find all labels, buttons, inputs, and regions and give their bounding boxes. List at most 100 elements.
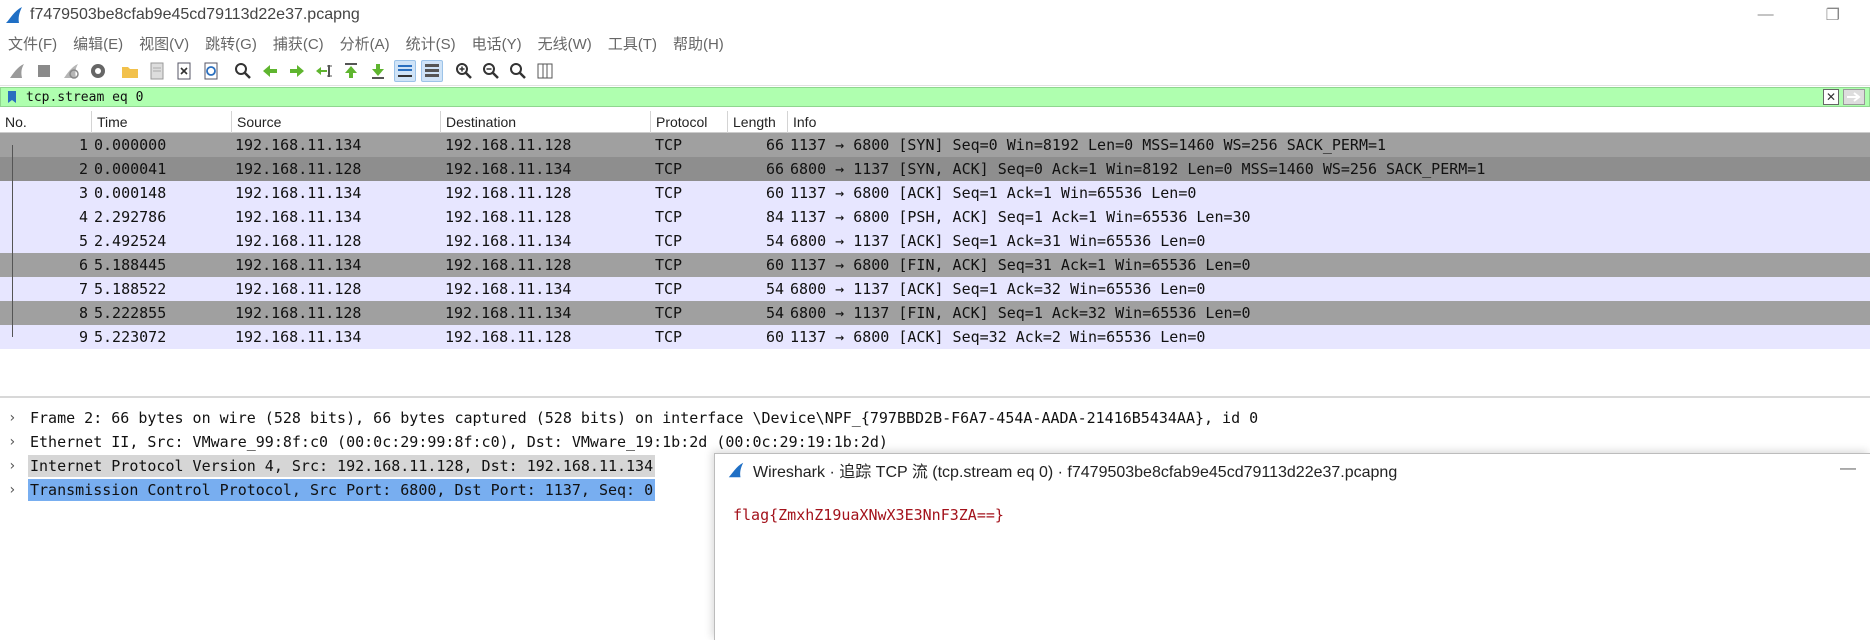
stop-capture-icon[interactable]	[33, 60, 55, 82]
packet-row[interactable]: 3 0.000148 192.168.11.134 192.168.11.128 TCP…	[0, 181, 1870, 205]
clear-filter-icon[interactable]: ✕	[1823, 89, 1839, 105]
packet-info: 6800 → 1137 [ACK] Seq=1 Ack=32 Win=65536…	[790, 280, 1206, 298]
packet-source: 192.168.11.128	[235, 232, 362, 250]
packet-row[interactable]: 1 0.000000 192.168.11.134 192.168.11.128 TCP…	[0, 133, 1870, 157]
save-file-icon[interactable]	[146, 60, 168, 82]
packet-row[interactable]: 7 5.188522 192.168.11.128 192.168.11.134 TCP…	[0, 277, 1870, 301]
packet-number: 8	[78, 304, 88, 322]
filter-bookmark-icon[interactable]	[4, 88, 20, 106]
expand-chevron-icon[interactable]: ›	[0, 410, 28, 426]
close-file-icon[interactable]	[173, 60, 195, 82]
reload-file-icon[interactable]	[200, 60, 222, 82]
packet-protocol: TCP	[655, 136, 683, 154]
dialog-minimize-icon[interactable]: —	[1840, 460, 1856, 478]
menu-go[interactable]: 跳转(G)	[205, 33, 257, 54]
packet-row[interactable]: 2 0.000041 192.168.11.128 192.168.11.134 TCP…	[0, 157, 1870, 181]
detail-row-ethernet[interactable]: › Ethernet II, Src: VMware_99:8f:c0 (00:…	[0, 430, 1870, 454]
apply-filter-arrow-icon[interactable]	[1843, 89, 1865, 105]
packet-info: 1137 → 6800 [PSH, ACK] Seq=1 Ack=1 Win=6…	[790, 208, 1251, 226]
column-header-no[interactable]: No.	[0, 110, 92, 133]
go-forward-arrow-icon[interactable]	[286, 60, 308, 82]
open-file-folder-icon[interactable]	[119, 60, 141, 82]
packet-info: 1137 → 6800 [FIN, ACK] Seq=31 Ack=1 Win=…	[790, 256, 1251, 274]
resize-columns-icon[interactable]	[534, 60, 556, 82]
packet-protocol: TCP	[655, 280, 683, 298]
conversation-tree-line	[12, 157, 13, 181]
capture-options-gear-icon[interactable]	[87, 60, 109, 82]
packet-list: No. Time Source Destination Protocol Len…	[0, 110, 1870, 398]
detail-text: Frame 2: 66 bytes on wire (528 bits), 66…	[30, 409, 1259, 427]
colorize-packet-list-icon[interactable]	[421, 59, 443, 82]
auto-scroll-icon[interactable]	[394, 59, 416, 82]
normal-size-icon[interactable]	[507, 60, 529, 82]
column-header-source[interactable]: Source	[232, 110, 441, 133]
packet-list-header: No. Time Source Destination Protocol Len…	[0, 110, 1870, 133]
menu-file[interactable]: 文件(F)	[8, 33, 57, 54]
start-capture-icon[interactable]	[6, 60, 28, 82]
packet-row[interactable]: 4 2.292786 192.168.11.134 192.168.11.128 TCP…	[0, 205, 1870, 229]
stream-content-text[interactable]: flag{ZmxhZ19uaXNwX3E3NnF3ZA==}	[733, 506, 1004, 524]
go-to-first-packet-icon[interactable]	[340, 60, 362, 82]
packet-length: 60	[765, 328, 784, 346]
packet-source: 192.168.11.134	[235, 184, 362, 202]
packet-time: 0.000148	[94, 184, 167, 202]
packet-row[interactable]: 9 5.223072 192.168.11.134 192.168.11.128 TCP…	[0, 325, 1870, 349]
go-to-last-packet-icon[interactable]	[367, 60, 389, 82]
menu-capture[interactable]: 捕获(C)	[273, 33, 324, 54]
packet-row[interactable]: 5 2.492524 192.168.11.128 192.168.11.134 TCP…	[0, 229, 1870, 253]
packet-source: 192.168.11.128	[235, 160, 362, 178]
detail-row-frame[interactable]: › Frame 2: 66 bytes on wire (528 bits), …	[0, 406, 1870, 430]
packet-time: 5.188522	[94, 280, 167, 298]
conversation-tree-line	[12, 181, 13, 205]
menu-statistics[interactable]: 统计(S)	[406, 33, 456, 54]
expand-chevron-icon[interactable]: ›	[0, 434, 28, 450]
packet-row[interactable]: 8 5.222855 192.168.11.128 192.168.11.134 TCP…	[0, 301, 1870, 325]
expand-chevron-icon[interactable]: ›	[0, 482, 28, 498]
packet-length: 66	[765, 136, 784, 154]
packet-source: 192.168.11.134	[235, 256, 362, 274]
menu-telephony[interactable]: 电话(Y)	[472, 33, 522, 54]
menu-edit[interactable]: 编辑(E)	[73, 33, 123, 54]
menu-analyze[interactable]: 分析(A)	[340, 33, 390, 54]
packet-time: 2.292786	[94, 208, 167, 226]
packet-destination: 192.168.11.134	[445, 232, 572, 250]
packet-protocol: TCP	[655, 208, 683, 226]
find-packet-icon[interactable]	[232, 60, 254, 82]
packet-time: 5.222855	[94, 304, 167, 322]
conversation-tree-line	[12, 205, 13, 229]
packet-info: 1137 → 6800 [SYN] Seq=0 Win=8192 Len=0 M…	[790, 136, 1387, 154]
packet-row[interactable]: 6 5.188445 192.168.11.134 192.168.11.128 TCP…	[0, 253, 1870, 277]
packet-protocol: TCP	[655, 184, 683, 202]
go-to-packet-icon[interactable]	[313, 60, 335, 82]
packet-number: 4	[78, 208, 88, 226]
packet-source: 192.168.11.134	[235, 208, 362, 226]
packet-time: 5.223072	[94, 328, 167, 346]
column-header-destination[interactable]: Destination	[441, 110, 651, 133]
restart-capture-icon[interactable]	[60, 60, 82, 82]
expand-chevron-icon[interactable]: ›	[0, 458, 28, 474]
go-back-arrow-icon[interactable]	[259, 60, 281, 82]
menu-view[interactable]: 视图(V)	[139, 33, 189, 54]
minimize-icon[interactable]: —	[1758, 6, 1774, 24]
packet-destination: 192.168.11.128	[445, 208, 572, 226]
packet-source: 192.168.11.128	[235, 280, 362, 298]
packet-source: 192.168.11.134	[235, 328, 362, 346]
display-filter-input[interactable]	[20, 88, 1823, 106]
column-header-length[interactable]: Length	[728, 110, 788, 133]
column-header-info[interactable]: Info	[788, 111, 1870, 133]
packet-destination: 192.168.11.128	[445, 136, 572, 154]
zoom-in-icon[interactable]	[453, 60, 475, 82]
packet-destination: 192.168.11.128	[445, 256, 572, 274]
packet-rows: 1 0.000000 192.168.11.134 192.168.11.128 TCP…	[0, 133, 1870, 349]
menu-help[interactable]: 帮助(H)	[673, 33, 724, 54]
packet-info: 1137 → 6800 [ACK] Seq=1 Ack=1 Win=65536 …	[790, 184, 1197, 202]
restore-icon[interactable]: ❐	[1826, 5, 1840, 25]
column-header-time[interactable]: Time	[92, 110, 232, 133]
packet-protocol: TCP	[655, 304, 683, 322]
packet-number: 1	[78, 136, 88, 154]
zoom-out-icon[interactable]	[480, 60, 502, 82]
column-header-protocol[interactable]: Protocol	[651, 110, 728, 133]
packet-source: 192.168.11.128	[235, 304, 362, 322]
menu-tools[interactable]: 工具(T)	[608, 33, 657, 54]
menu-wireless[interactable]: 无线(W)	[538, 33, 592, 54]
